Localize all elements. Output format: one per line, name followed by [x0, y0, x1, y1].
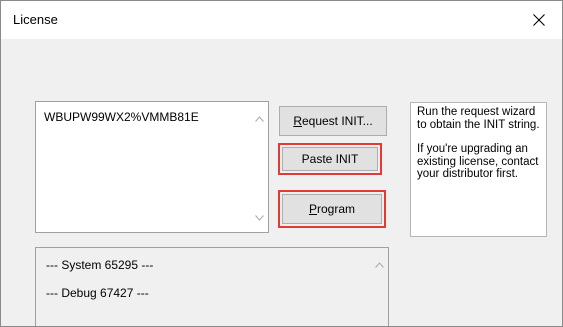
log-output-box[interactable]: --- System 65295 --- --- Debug 67427 ---: [35, 247, 389, 326]
request-init-label: Request INIT...: [293, 114, 373, 128]
init-field-scrollbar[interactable]: [251, 102, 268, 232]
log-line-debug: --- Debug 67427 ---: [46, 286, 149, 300]
paste-init-button[interactable]: Paste INIT: [282, 147, 378, 171]
dialog-title: License: [13, 12, 58, 27]
help-request-text: Run the request wizard to obtain the INI…: [417, 106, 540, 131]
init-string-value: WBUPW99WX2%VMMB81E: [44, 110, 199, 124]
log-scroll-up-button[interactable]: [371, 256, 388, 273]
chevron-up-icon: [255, 115, 264, 122]
close-button[interactable]: [516, 1, 562, 39]
title-bar[interactable]: License: [1, 1, 562, 39]
init-string-field[interactable]: WBUPW99WX2%VMMB81E: [35, 101, 269, 233]
scroll-up-button[interactable]: [251, 110, 268, 127]
help-upgrade-text: If you're upgrading an existing license,…: [417, 143, 539, 180]
chevron-up-icon: [375, 261, 384, 268]
program-button[interactable]: Program: [282, 194, 382, 224]
program-label: Program: [308, 202, 356, 216]
license-dialog: License WBUPW99WX2%VMMB81E Request INIT.…: [0, 0, 563, 327]
log-scrollbar[interactable]: [371, 248, 388, 326]
log-line-system: --- System 65295 ---: [46, 258, 154, 272]
chevron-down-icon: [255, 214, 264, 221]
paste-init-label: Paste INIT: [301, 152, 359, 166]
request-init-button[interactable]: Request INIT...: [279, 106, 387, 136]
help-text-box: Run the request wizard to obtain the INI…: [410, 102, 547, 237]
scroll-down-button[interactable]: [251, 209, 268, 226]
close-icon: [533, 14, 545, 26]
